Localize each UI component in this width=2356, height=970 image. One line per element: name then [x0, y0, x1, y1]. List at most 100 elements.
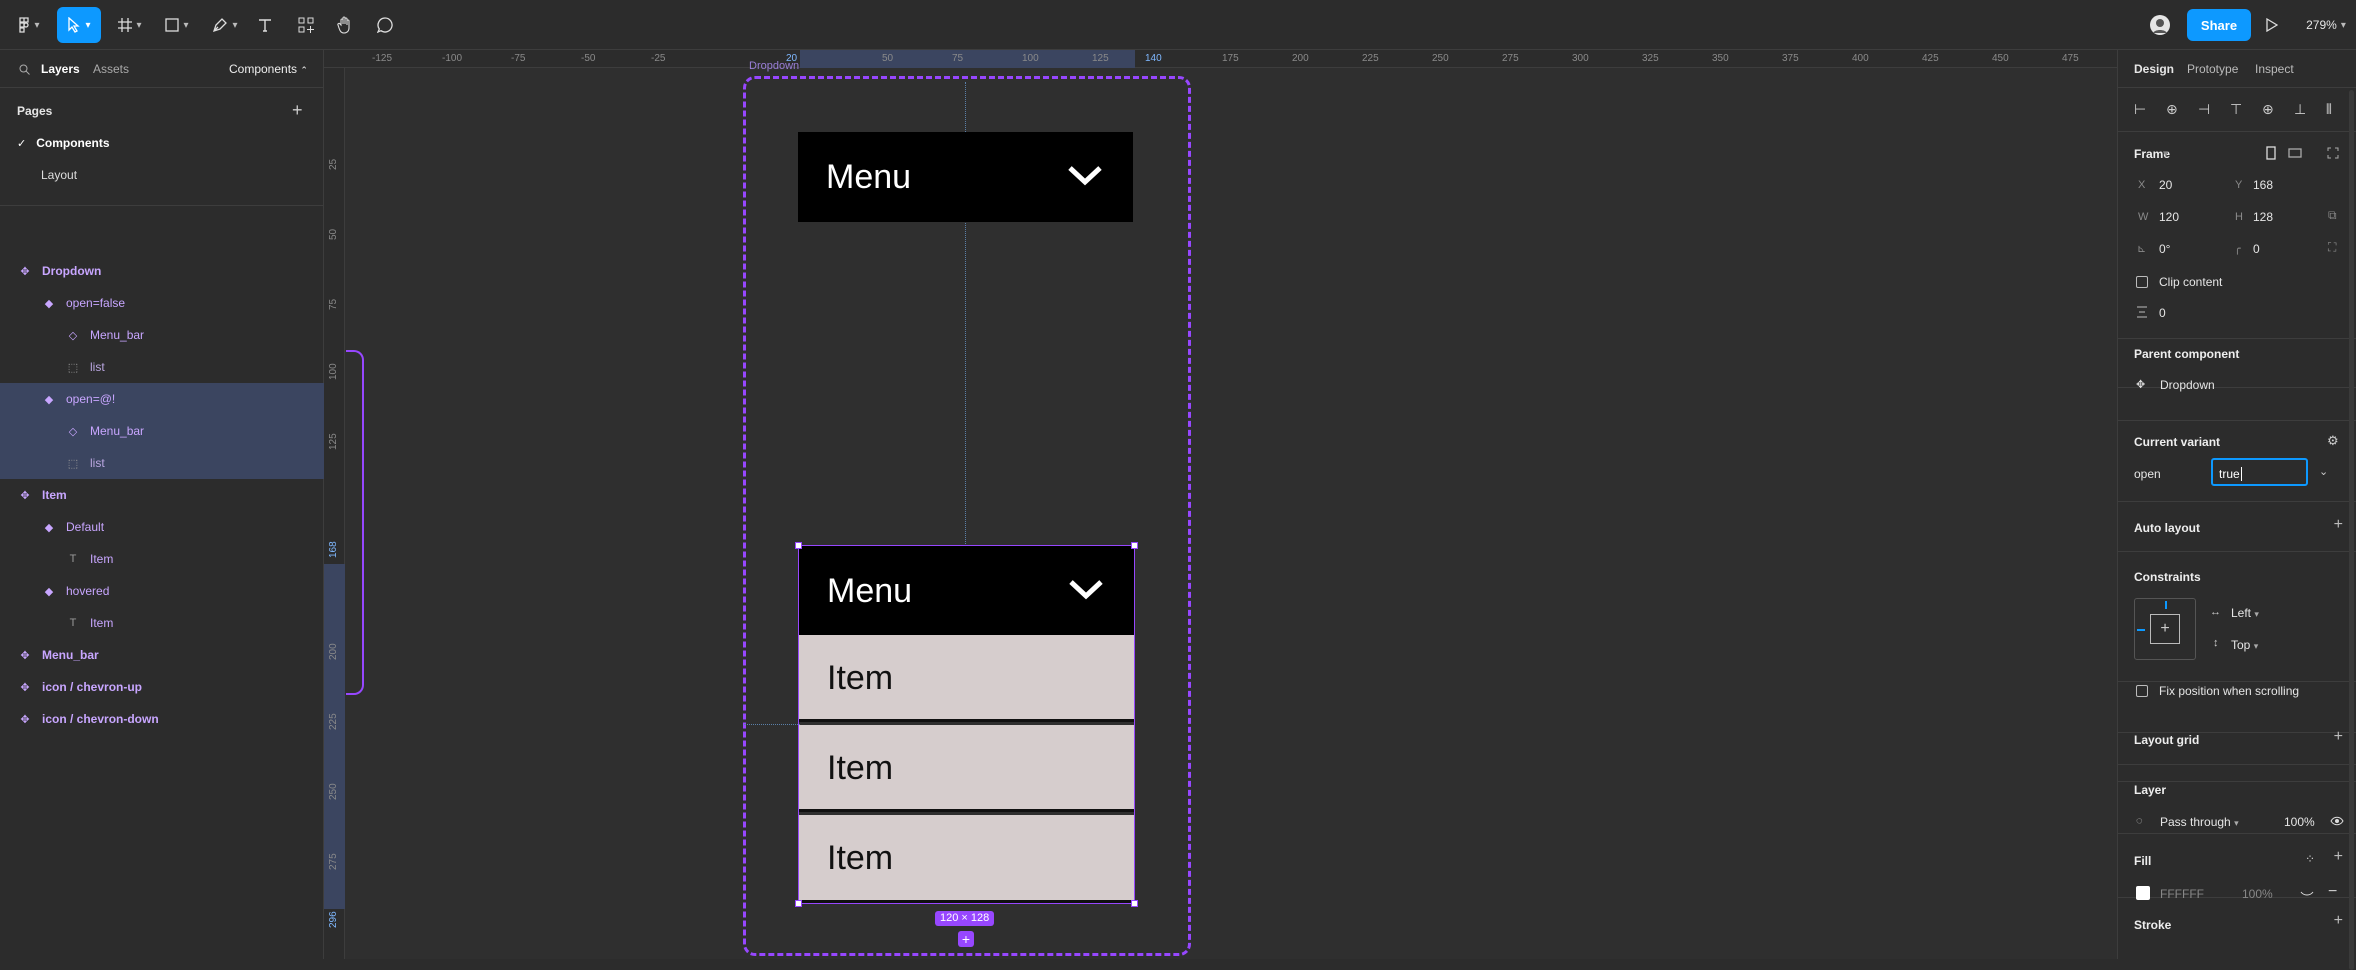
layer-row[interactable]: ⬚ list: [0, 447, 324, 479]
ruler-tick-label: -75: [511, 53, 526, 64]
layer-row[interactable]: ✥ icon / chevron-down: [0, 703, 324, 735]
add-stroke-icon[interactable]: +: [2334, 912, 2343, 930]
tab-prototype[interactable]: Prototype: [2187, 62, 2238, 76]
tab-assets[interactable]: Assets: [93, 62, 129, 76]
corner-radius-field[interactable]: 0: [2253, 242, 2260, 256]
page-components[interactable]: ✓ Components: [17, 136, 110, 150]
align-horizontal-center-icon[interactable]: ⊕: [2166, 101, 2178, 118]
independent-corners-icon[interactable]: ⛶: [2328, 240, 2336, 255]
constraints-widget[interactable]: +: [2134, 598, 2196, 660]
fix-position-checkbox[interactable]: [2136, 685, 2148, 697]
avatar[interactable]: [2148, 7, 2172, 43]
resize-handle[interactable]: [795, 542, 802, 549]
search-icon[interactable]: [19, 64, 30, 75]
parent-component-link[interactable]: Dropdown: [2160, 378, 2215, 392]
portrait-icon[interactable]: [2266, 146, 2276, 160]
menu-bar[interactable]: Menu: [799, 546, 1134, 635]
variant-settings-icon[interactable]: ⚙: [2327, 433, 2339, 449]
layer-row[interactable]: ◇ Menu_bar: [0, 319, 324, 351]
comment-tool-button[interactable]: [374, 7, 396, 43]
add-layout-grid-icon[interactable]: +: [2334, 728, 2343, 746]
chevron-down-icon[interactable]: ⌄: [2319, 465, 2328, 478]
pen-tool-button[interactable]: ▾: [208, 7, 242, 43]
add-page-icon[interactable]: +: [292, 100, 303, 121]
align-left-icon[interactable]: ⊢: [2134, 101, 2146, 118]
resize-handle[interactable]: [1131, 900, 1138, 907]
list-item[interactable]: Item: [799, 725, 1134, 812]
layer-row[interactable]: ✥ Menu_bar: [0, 639, 324, 671]
clip-content-checkbox[interactable]: [2136, 276, 2148, 288]
y-field[interactable]: 168: [2253, 178, 2273, 192]
page-layout[interactable]: Layout: [41, 168, 77, 182]
y-label: Y: [2235, 179, 2243, 191]
ruler-selection-highlight: [800, 50, 1135, 68]
shape-tool-button[interactable]: ▾: [160, 7, 194, 43]
present-button[interactable]: [2262, 7, 2282, 43]
vertical-constraint-icon: ↕: [2213, 637, 2219, 649]
opacity-field[interactable]: 100%: [2284, 815, 2315, 829]
variant-value-input[interactable]: true: [2211, 458, 2308, 486]
text-tool-button[interactable]: [255, 7, 275, 43]
eye-closed-icon[interactable]: [2300, 890, 2314, 898]
layer-row[interactable]: ◆ hovered: [0, 575, 324, 607]
distribute-icon[interactable]: ⫴: [2326, 101, 2332, 118]
zoom-control[interactable]: 279% ▾: [2302, 7, 2350, 43]
share-button[interactable]: Share: [2187, 9, 2251, 41]
layer-row[interactable]: T Item: [0, 607, 324, 639]
list-item[interactable]: Item: [799, 815, 1134, 903]
layer-row[interactable]: ✥ Dropdown: [0, 255, 324, 287]
tab-layers[interactable]: Layers: [41, 62, 80, 76]
constraint-left-indicator[interactable]: [2137, 629, 2145, 631]
layer-row[interactable]: ✥ Item: [0, 479, 324, 511]
pages-dropdown[interactable]: Components ⌃: [229, 62, 308, 76]
chevron-down-icon: ▾: [2234, 818, 2239, 828]
frame-tool-button[interactable]: ▾: [113, 7, 147, 43]
component-icon: ✥: [20, 265, 30, 278]
scrollbar[interactable]: [2349, 90, 2354, 970]
layer-row[interactable]: ✥ icon / chevron-up: [0, 671, 324, 703]
canvas[interactable]: -125 -100 -75 -50 -25 20 50 75 100 125 140 175 200 22…: [324, 50, 2117, 959]
vertical-constraint-dropdown[interactable]: Top ▾: [2231, 638, 2258, 652]
align-top-icon[interactable]: ⊤: [2230, 101, 2242, 118]
dropdown-closed-variant[interactable]: Menu: [798, 132, 1133, 222]
hand-tool-button[interactable]: [334, 7, 356, 43]
layer-row[interactable]: ◆ Default: [0, 511, 324, 543]
tab-inspect[interactable]: Inspect: [2255, 62, 2294, 76]
dropdown-open-variant[interactable]: Menu Item Item Item: [795, 542, 1138, 907]
main-menu-button[interactable]: ▾: [12, 7, 46, 43]
add-fill-icon[interactable]: +: [2334, 848, 2343, 866]
align-vertical-center-icon[interactable]: ⊕: [2262, 101, 2274, 118]
component-set-label[interactable]: Dropdown: [749, 60, 799, 72]
resize-to-fit-icon[interactable]: [2327, 147, 2339, 159]
width-field[interactable]: 120: [2159, 210, 2179, 224]
constraint-top-indicator[interactable]: [2165, 601, 2167, 609]
blend-mode-dropdown[interactable]: Pass through ▾: [2160, 815, 2239, 829]
resize-handle[interactable]: [1131, 542, 1138, 549]
layer-row[interactable]: ◆ open=false: [0, 287, 324, 319]
list[interactable]: Item Item Item: [799, 635, 1134, 903]
move-tool-button[interactable]: ▾: [57, 7, 101, 43]
resize-handle[interactable]: [795, 900, 802, 907]
w-label: W: [2138, 211, 2149, 223]
eye-icon[interactable]: [2330, 816, 2344, 826]
spacing-field[interactable]: 0: [2159, 306, 2166, 320]
layer-row[interactable]: T Item: [0, 543, 324, 575]
rotation-field[interactable]: 0°: [2159, 242, 2170, 256]
add-variant-icon[interactable]: +: [958, 931, 974, 947]
layer-row[interactable]: ◆ open=@!: [0, 383, 324, 415]
landscape-icon[interactable]: [2288, 148, 2302, 158]
x-field[interactable]: 20: [2159, 178, 2172, 192]
align-bottom-icon[interactable]: ⊥: [2294, 101, 2306, 118]
layer-label: Default: [66, 520, 105, 534]
add-auto-layout-icon[interactable]: +: [2334, 516, 2343, 534]
tab-design[interactable]: Design: [2134, 62, 2174, 76]
align-right-icon[interactable]: ⊣: [2198, 101, 2210, 118]
resources-button[interactable]: [296, 7, 316, 43]
layer-row[interactable]: ◇ Menu_bar: [0, 415, 324, 447]
list-item[interactable]: Item: [799, 635, 1134, 722]
height-field[interactable]: 128: [2253, 210, 2273, 224]
layer-row[interactable]: ⬚ list: [0, 351, 324, 383]
horizontal-constraint-dropdown[interactable]: Left ▾: [2231, 606, 2259, 620]
constrain-proportions-icon[interactable]: ⧉: [2328, 208, 2337, 223]
style-icon[interactable]: ⁘: [2305, 852, 2315, 866]
